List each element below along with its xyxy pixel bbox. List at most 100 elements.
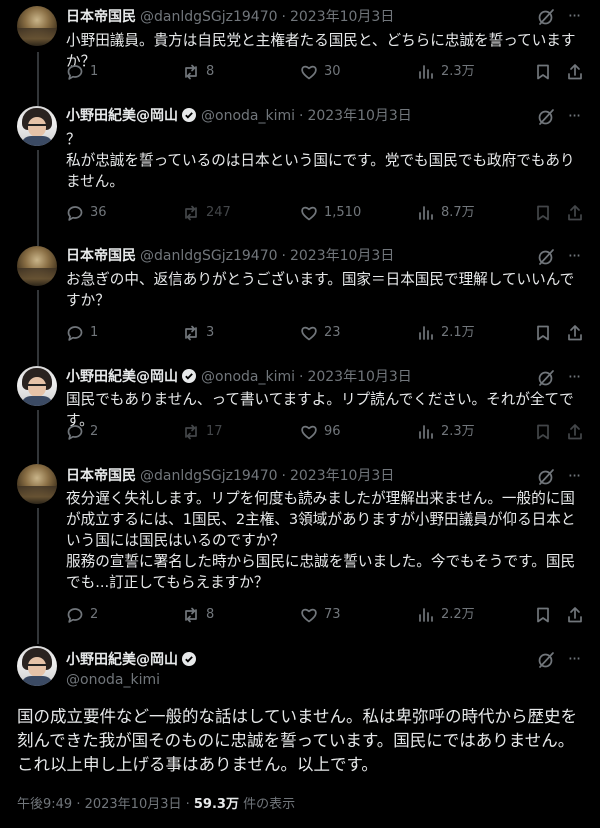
verified-badge-icon [182, 369, 196, 383]
handle[interactable]: @danldgSGjz19470 [140, 9, 278, 25]
tweet-header: 小野田紀美@岡山 @onoda_kimi · 2023年10月3日 [66, 367, 412, 387]
reply-count: 2 [90, 424, 99, 439]
tweet-header: 日本帝国民 @danldgSGjz19470 · 2023年10月3日 [66, 466, 394, 486]
main-avatar[interactable] [17, 646, 57, 686]
retweet-button[interactable]: 8 [182, 62, 214, 82]
timestamp[interactable]: 2023年10月3日 [307, 369, 411, 385]
bookmark-icon[interactable] [534, 203, 552, 223]
view-count: 59.3万 [193, 797, 239, 812]
post-time[interactable]: 午後9:49 · 2023年10月3日 · [17, 797, 194, 812]
handle[interactable]: @danldgSGjz19470 [140, 248, 278, 264]
like-button[interactable]: 1,510 [300, 203, 361, 223]
like-button[interactable]: 30 [300, 62, 341, 82]
timestamp[interactable]: 2023年10月3日 [290, 468, 394, 484]
views-button[interactable]: 2.2万 [417, 605, 475, 625]
retweet-count: 8 [206, 64, 215, 79]
like-button[interactable]: 23 [300, 323, 341, 343]
main-tweet-text: 国の成立要件など一般的な話はしていません。私は卑弥呼の時代から歴史を刻んできた我… [17, 707, 578, 774]
reply-icon [67, 326, 83, 341]
handle[interactable]: @onoda_kimi [201, 369, 295, 385]
reply-icon [67, 425, 83, 440]
grok-icon[interactable] [537, 8, 555, 26]
share-icon[interactable] [566, 62, 584, 82]
reply-icon [67, 608, 83, 623]
retweet-button[interactable]: 3 [182, 323, 214, 343]
grok-icon[interactable] [537, 369, 555, 387]
timestamp[interactable]: 2023年10月3日 [290, 9, 394, 25]
tweet-footer: 午後9:49 · 2023年10月3日 · 59.3万 件の表示 [17, 793, 295, 812]
more-icon[interactable]: ··· [565, 248, 583, 267]
reply-button[interactable]: 1 [66, 323, 98, 343]
reply-icon [67, 206, 83, 221]
more-icon[interactable]: ··· [565, 8, 583, 27]
heart-icon [301, 65, 317, 80]
separator: · [281, 248, 286, 264]
views-button[interactable]: 2.3万 [417, 62, 475, 82]
display-name[interactable]: 小野田紀美@岡山 [66, 369, 178, 385]
separator: · [281, 468, 286, 484]
share-icon[interactable] [566, 203, 584, 223]
like-count: 96 [324, 424, 341, 439]
bookmark-icon[interactable] [534, 605, 552, 625]
grok-icon[interactable] [537, 468, 555, 486]
heart-icon [301, 206, 317, 221]
thread-line [37, 150, 39, 246]
reply-button[interactable]: 1 [66, 62, 98, 82]
retweet-button[interactable]: 17 [182, 422, 223, 442]
display-name[interactable]: 日本帝国民 [66, 248, 136, 264]
share-icon[interactable] [566, 605, 584, 625]
avatar[interactable] [17, 246, 57, 286]
heart-icon [301, 608, 317, 623]
grok-icon[interactable] [537, 248, 555, 266]
display-name[interactable]: 小野田紀美@岡山 [66, 108, 178, 124]
views-button[interactable]: 2.3万 [417, 422, 475, 442]
views-icon [419, 326, 433, 340]
reply-button[interactable]: 2 [66, 605, 98, 625]
display-name[interactable]: 日本帝国民 [66, 468, 136, 484]
reply-icon [67, 65, 83, 80]
views-count: 8.7万 [441, 205, 475, 220]
retweet-count: 3 [206, 325, 215, 340]
reply-button[interactable]: 36 [66, 203, 107, 223]
more-icon[interactable]: ··· [565, 108, 583, 127]
views-button[interactable]: 8.7万 [417, 203, 475, 223]
retweet-button[interactable]: 8 [182, 605, 214, 625]
avatar[interactable] [17, 464, 57, 504]
handle[interactable]: @onoda_kimi [66, 670, 197, 690]
bookmark-icon[interactable] [534, 422, 552, 442]
share-icon[interactable] [566, 323, 584, 343]
reply-count: 1 [90, 64, 99, 79]
handle[interactable]: @onoda_kimi [201, 108, 295, 124]
avatar[interactable] [17, 106, 57, 146]
more-icon[interactable]: ··· [565, 651, 583, 670]
share-icon[interactable] [566, 422, 584, 442]
like-button[interactable]: 73 [300, 605, 341, 625]
like-count: 23 [324, 325, 341, 340]
display-name[interactable]: 日本帝国民 [66, 9, 136, 25]
views-count: 2.1万 [441, 325, 475, 340]
more-icon[interactable]: ··· [565, 369, 583, 388]
handle[interactable]: @danldgSGjz19470 [140, 468, 278, 484]
timestamp[interactable]: 2023年10月3日 [307, 108, 411, 124]
tweet-header: 日本帝国民 @danldgSGjz19470 · 2023年10月3日 [66, 246, 394, 266]
tweet-actions: 1 8 30 2.3万 [66, 62, 586, 82]
grok-icon[interactable] [537, 108, 555, 126]
display-name[interactable]: 小野田紀美@岡山 [66, 652, 178, 668]
retweet-button[interactable]: 247 [182, 203, 231, 223]
avatar[interactable] [17, 6, 57, 46]
thread-line [37, 508, 39, 644]
tweet-header: 小野田紀美@岡山 @onoda_kimi · 2023年10月3日 [66, 106, 412, 126]
heart-icon [301, 326, 317, 341]
reply-button[interactable]: 2 [66, 422, 98, 442]
views-button[interactable]: 2.1万 [417, 323, 475, 343]
avatar[interactable] [17, 366, 57, 406]
views-icon [419, 65, 433, 79]
like-button[interactable]: 96 [300, 422, 341, 442]
grok-icon[interactable] [537, 651, 555, 669]
separator: · [299, 108, 304, 124]
more-icon[interactable]: ··· [565, 468, 583, 487]
bookmark-icon[interactable] [534, 62, 552, 82]
bookmark-icon[interactable] [534, 323, 552, 343]
thread-line [37, 410, 39, 464]
timestamp[interactable]: 2023年10月3日 [290, 248, 394, 264]
